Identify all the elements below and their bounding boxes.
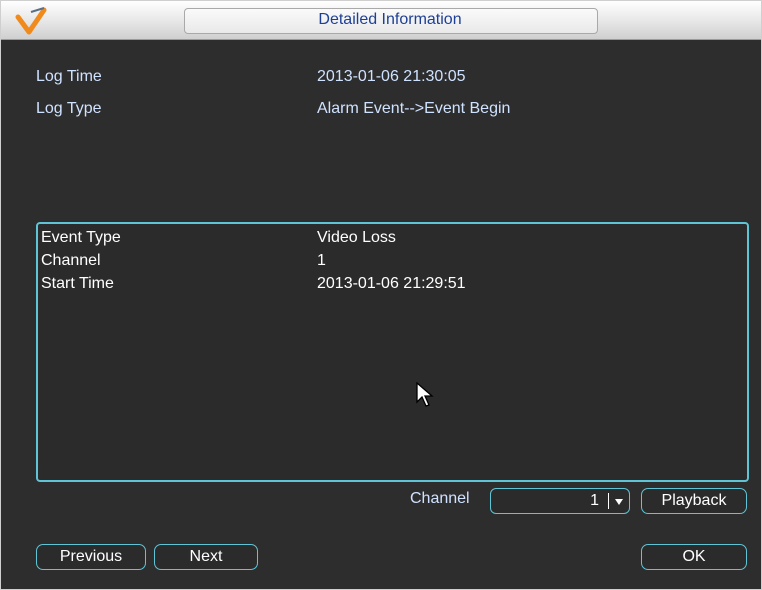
next-button[interactable]: Next xyxy=(154,544,258,570)
log-type-value: Alarm Event-->Event Begin xyxy=(317,100,511,117)
channel-select-divider xyxy=(608,493,609,509)
channel-select[interactable]: 1 xyxy=(490,488,630,514)
log-type-label: Log Type xyxy=(36,100,102,117)
channel-detail-label: Channel xyxy=(41,252,101,269)
log-time-value: 2013-01-06 21:30:05 xyxy=(317,68,466,85)
start-time-value: 2013-01-06 21:29:51 xyxy=(317,275,466,292)
channel-select-value: 1 xyxy=(590,492,599,509)
start-time-label: Start Time xyxy=(41,275,114,292)
app-logo-icon xyxy=(15,7,47,35)
ok-button[interactable]: OK xyxy=(641,544,747,570)
event-detail-panel: Event Type Video Loss Channel 1 Start Ti… xyxy=(36,222,749,482)
title-bar: Detailed Information xyxy=(1,1,761,40)
channel-detail-value: 1 xyxy=(317,252,326,269)
mouse-pointer-icon xyxy=(416,382,434,407)
window-title: Detailed Information xyxy=(318,11,462,28)
previous-button[interactable]: Previous xyxy=(36,544,146,570)
event-type-value: Video Loss xyxy=(317,229,396,246)
event-type-label: Event Type xyxy=(41,229,121,246)
detailed-information-dialog: Detailed Information Log Time 2013-01-06… xyxy=(0,0,762,590)
channel-label: Channel xyxy=(410,490,470,507)
log-time-label: Log Time xyxy=(36,68,102,85)
chevron-down-icon[interactable] xyxy=(615,499,623,505)
playback-button[interactable]: Playback xyxy=(641,488,747,514)
